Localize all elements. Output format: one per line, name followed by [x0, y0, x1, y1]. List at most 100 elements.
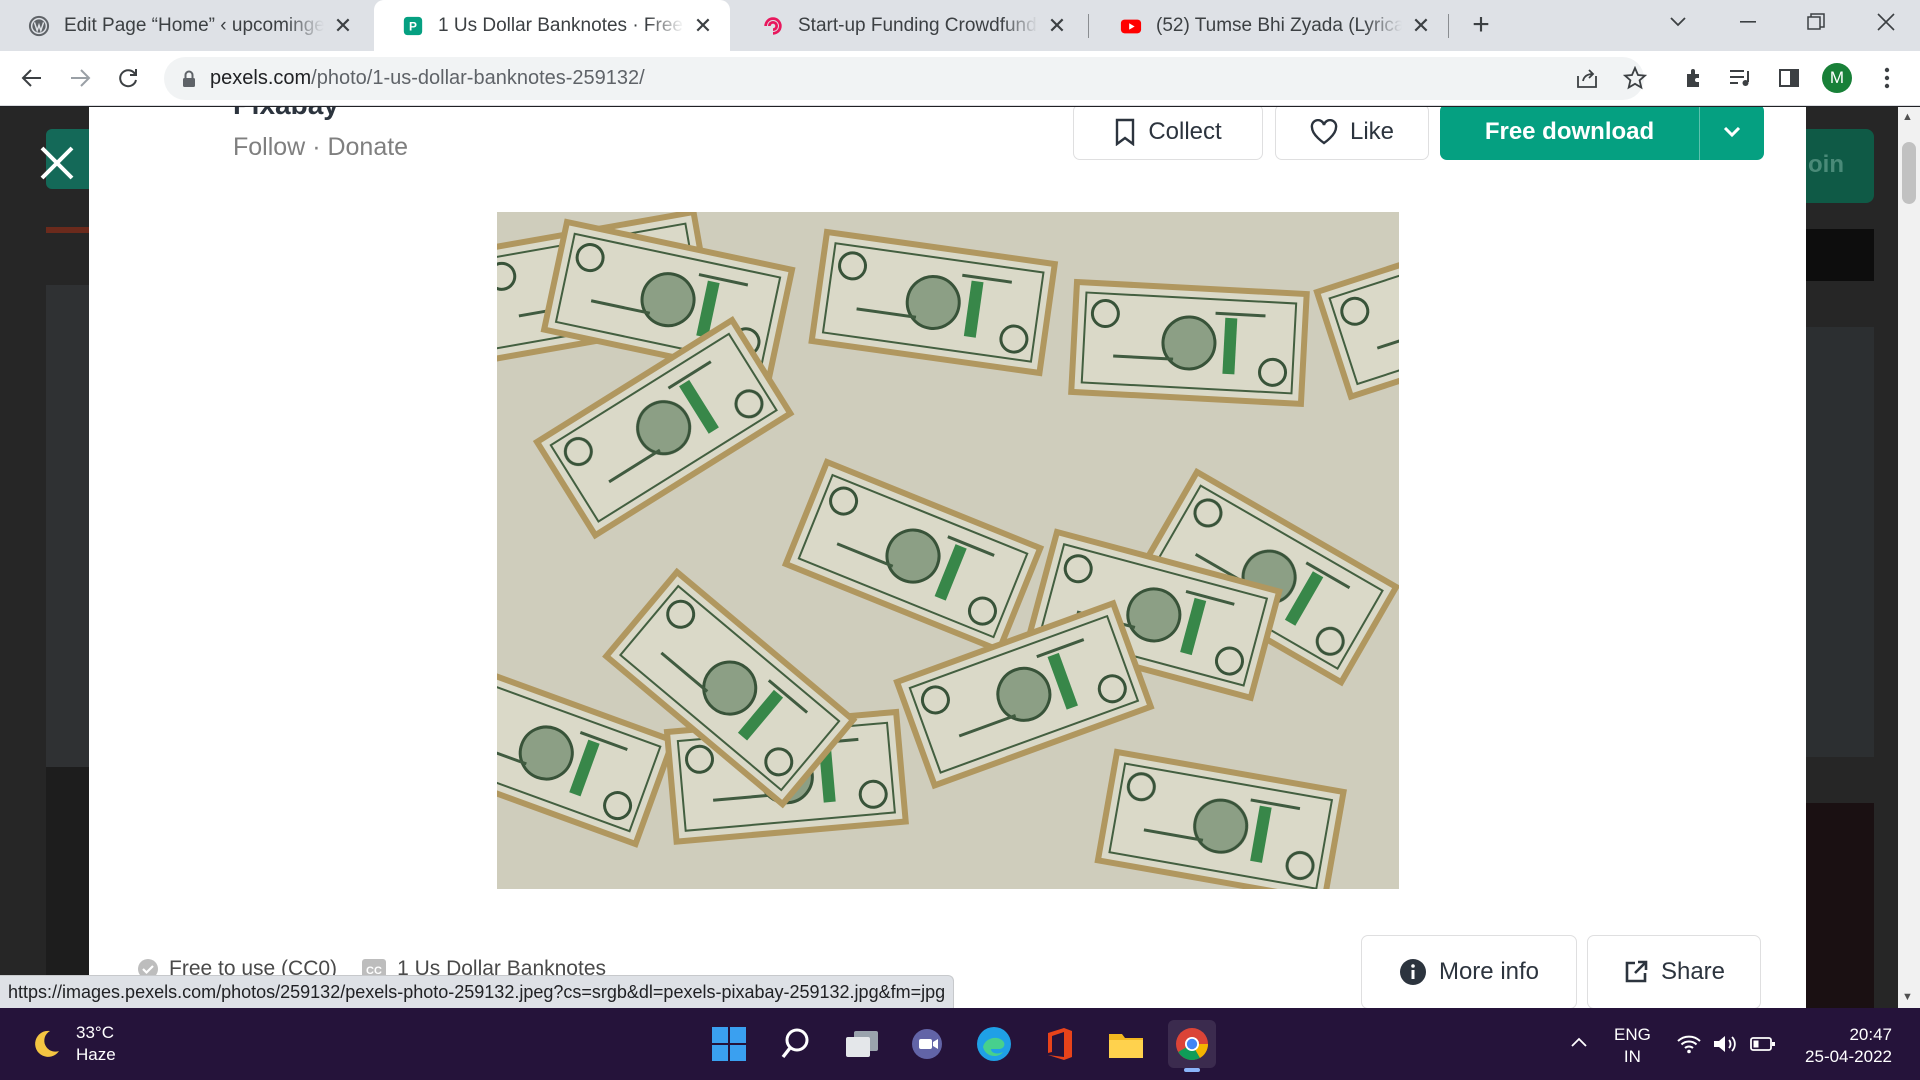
clock-date: 25-04-2022 [1805, 1047, 1892, 1066]
scroll-up-arrow-icon[interactable]: ▲ [1902, 111, 1913, 123]
forward-button[interactable] [62, 60, 98, 96]
avatar: M [1822, 63, 1852, 93]
weather-temperature: 33°C [76, 1023, 114, 1042]
office-button[interactable] [1036, 1020, 1084, 1068]
side-panel-button[interactable] [1774, 63, 1804, 93]
address-bar[interactable]: pexels.com/photo/1-us-dollar-banknotes-2… [164, 57, 1644, 100]
like-label: Like [1349, 118, 1395, 145]
photo-modal: Pixabay Follow · Donate Collect Like Fre… [89, 107, 1806, 1008]
profile-button[interactable]: M [1822, 63, 1852, 93]
svg-text:P: P [409, 19, 417, 33]
separator-dot: · [305, 133, 328, 161]
background-photo-right-lower [1806, 803, 1874, 1008]
main-photo[interactable] [497, 212, 1399, 889]
tab-youtube[interactable]: (52) Tumse Bhi Zyada (Lyrical) | Tadap ✕ [1092, 0, 1448, 51]
donate-link[interactable]: Donate [327, 133, 408, 161]
photographer-name[interactable]: Pixabay [233, 107, 339, 121]
scroll-down-arrow-icon[interactable]: ▼ [1902, 991, 1913, 1003]
side-panel-icon [1779, 69, 1799, 87]
close-window-button[interactable] [1856, 0, 1916, 44]
tab-search-button[interactable] [1648, 0, 1708, 44]
arrow-left-icon [21, 69, 41, 87]
download-options-button[interactable] [1700, 126, 1764, 138]
battery-icon [1750, 1037, 1775, 1051]
tab-title: (52) Tumse Bhi Zyada (Lyrical) | Tadap [1156, 14, 1402, 36]
share-icon [1577, 69, 1597, 88]
edge-browser-button[interactable] [970, 1020, 1018, 1068]
battery-button[interactable] [1750, 1036, 1776, 1058]
follow-link[interactable]: Follow [233, 133, 305, 161]
tab-wordpress[interactable]: Edit Page “Home” ‹ upcomingentrepreneurs… [0, 0, 370, 51]
office-icon [1048, 1028, 1072, 1060]
media-control-button[interactable] [1726, 63, 1756, 93]
chevron-down-icon [1670, 17, 1686, 27]
task-view-icon [846, 1031, 878, 1057]
file-explorer-button[interactable] [1102, 1020, 1150, 1068]
background-join-label: oin [1808, 151, 1844, 178]
windows-logo-icon [712, 1027, 746, 1061]
back-button[interactable] [14, 60, 50, 96]
show-hidden-icons-button[interactable] [1570, 1032, 1588, 1054]
wifi-icon [1677, 1035, 1701, 1054]
pexels-icon: P [403, 16, 423, 35]
background-photo-left-lower [46, 767, 89, 1008]
like-button[interactable]: Like [1275, 107, 1429, 160]
tab-title: 1 Us Dollar Banknotes · Free Stock Photo [438, 14, 684, 36]
close-icon[interactable]: ✕ [692, 13, 714, 38]
free-download-button[interactable]: Free download [1440, 107, 1764, 160]
tab-separator [1088, 14, 1089, 38]
playlist-icon [1730, 70, 1749, 86]
collect-label: Collect [1148, 118, 1222, 145]
photographer-actions: Follow · Donate [233, 133, 408, 162]
close-icon[interactable]: ✕ [332, 13, 354, 38]
page-scrollbar[interactable]: ▲ ▼ [1898, 107, 1920, 1008]
tab-pexels[interactable]: P 1 Us Dollar Banknotes · Free Stock Pho… [374, 0, 730, 51]
taskbar-search[interactable] [772, 1020, 820, 1068]
reload-icon [119, 69, 137, 88]
volume-button[interactable] [1712, 1034, 1738, 1060]
scrollbar-thumb[interactable] [1902, 142, 1916, 204]
more-info-label: More info [1438, 958, 1540, 985]
tab-separator [1448, 14, 1449, 38]
folder-icon [1109, 1034, 1143, 1058]
video-chat-icon [912, 1029, 942, 1059]
collect-button[interactable]: Collect [1073, 107, 1263, 160]
star-icon [1623, 66, 1647, 90]
close-icon[interactable]: ✕ [1410, 13, 1432, 38]
language-code: ENG [1614, 1025, 1651, 1044]
weather-widget[interactable]: 33°C Haze [28, 1022, 116, 1066]
url-path: /photo/1-us-dollar-banknotes-259132/ [311, 67, 645, 89]
tab-title: Start-up Funding Crowdfunding Platform [798, 14, 1038, 36]
chrome-button[interactable] [1168, 1020, 1216, 1072]
bookmark-icon [1116, 118, 1135, 146]
language-indicator[interactable]: ENG IN [1614, 1024, 1651, 1068]
restore-icon [1807, 13, 1825, 30]
bookmark-star-button[interactable] [1620, 63, 1650, 93]
more-info-button[interactable]: More info [1361, 935, 1577, 1008]
new-tab-button[interactable]: + [1464, 8, 1498, 42]
youtube-icon [1120, 19, 1142, 33]
tab-crowdfunding[interactable]: Start-up Funding Crowdfunding Platform ✕ [734, 0, 1084, 51]
close-modal-button[interactable] [36, 142, 78, 184]
extensions-button[interactable] [1680, 63, 1710, 93]
region-code: IN [1623, 1047, 1641, 1066]
clock[interactable]: 20:47 25-04-2022 [1792, 1024, 1892, 1068]
teams-chat-button[interactable] [904, 1020, 952, 1068]
start-button[interactable] [705, 1020, 753, 1068]
restore-button[interactable] [1786, 0, 1846, 44]
share-label: Share [1660, 958, 1726, 985]
task-view-button[interactable] [838, 1020, 886, 1068]
reload-button[interactable] [110, 60, 146, 96]
share-page-button[interactable] [1572, 63, 1602, 93]
wifi-button[interactable] [1676, 1034, 1702, 1060]
tab-title: Edit Page “Home” ‹ upcomingentrepreneurs [64, 14, 324, 36]
minimize-button[interactable] [1718, 0, 1778, 44]
chevron-up-icon [1571, 1037, 1587, 1047]
browser-menu-button[interactable] [1872, 63, 1902, 93]
background-photo-left [46, 285, 89, 827]
tab-strip: Edit Page “Home” ‹ upcomingentrepreneurs… [0, 0, 1920, 51]
close-icon[interactable]: ✕ [1046, 13, 1068, 38]
arrow-right-icon [71, 69, 91, 87]
share-button[interactable]: Share [1587, 935, 1761, 1008]
wordpress-icon [28, 15, 50, 36]
